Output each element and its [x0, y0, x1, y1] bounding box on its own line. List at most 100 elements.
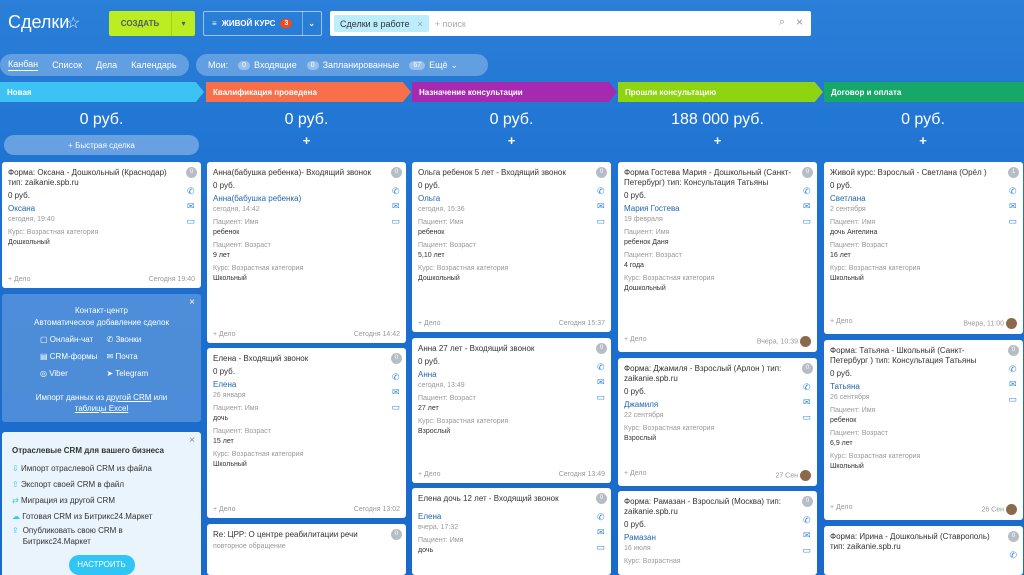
deal-contact[interactable]: Елена [213, 380, 384, 389]
stage-header-consult-scheduled[interactable]: Назначение консультации [412, 82, 617, 102]
channel-mail[interactable]: ✉ Почта [107, 352, 174, 361]
chat-icon[interactable]: ▭ [802, 214, 811, 229]
deal-contact[interactable]: Анна(бабушка ребенка) [213, 194, 384, 203]
add-activity-button[interactable]: + Дело [830, 318, 853, 329]
mail-icon[interactable]: ✉ [391, 385, 400, 400]
phone-icon[interactable]: ✆ [1009, 548, 1017, 563]
deal-contact[interactable]: Светлана [830, 194, 1001, 203]
phone-icon[interactable]: ✆ [186, 184, 195, 199]
channel-crm-forms[interactable]: ▤ CRM-формы [40, 352, 107, 361]
deal-title[interactable]: Ольга ребенок 5 лет - Входящий звонок [418, 168, 589, 178]
mail-icon[interactable]: ✉ [596, 525, 605, 540]
phone-icon[interactable]: ✆ [1008, 184, 1017, 199]
configure-button[interactable]: НАСТРОИТЬ [68, 555, 135, 575]
tab-activities[interactable]: Дела [96, 60, 117, 70]
incoming-counter[interactable]: 0 Входящие [238, 60, 297, 70]
deal-title[interactable]: Живой курс: Взрослый - Светлана (Орёл ) [830, 168, 1001, 178]
deal-card[interactable]: Форма: Татьяна - Школьный (Санкт-Петербу… [824, 340, 1023, 520]
avatar[interactable] [800, 470, 811, 481]
mail-icon[interactable]: ✉ [1008, 377, 1017, 392]
chat-icon[interactable]: ▭ [802, 410, 811, 425]
tab-kanban[interactable]: Канбан [8, 59, 39, 71]
deal-contact[interactable]: Рамазан [624, 533, 795, 542]
phone-icon[interactable]: ✆ [802, 184, 811, 199]
chat-icon[interactable]: ▭ [391, 400, 400, 415]
deal-title[interactable]: Анна(бабушка ребенка)- Входящий звонок [213, 168, 384, 178]
more-counter[interactable]: 67 Ещё ⌄ [409, 60, 458, 71]
deal-title[interactable]: Форма: Оксана - Дошкольный (Краснодар) т… [8, 168, 179, 188]
close-icon[interactable]: × [796, 15, 803, 29]
deal-card[interactable]: Форма: Оксана - Дошкольный (Краснодар) т… [2, 162, 201, 288]
avatar[interactable] [1006, 504, 1017, 515]
filter-chip[interactable]: Сделки в работе × [334, 15, 429, 32]
deal-title[interactable]: Re: ЦРР: О центре реабилитации речи [213, 530, 384, 540]
channel-viber[interactable]: ◎ Viber [40, 369, 107, 378]
add-deal-button[interactable]: + [410, 133, 613, 148]
phone-icon[interactable]: ✆ [596, 360, 605, 375]
create-button[interactable]: СОЗДАТЬ ▾ [109, 11, 195, 36]
close-icon[interactable]: × [417, 19, 422, 29]
industry-item[interactable]: ⇩ Импорт отраслевой CRM из файла [12, 461, 201, 477]
quick-deal-button[interactable]: + Быстрая сделка [4, 135, 199, 155]
import-crm-link[interactable]: другой CRM [106, 393, 151, 402]
add-activity-button[interactable]: + Дело [418, 471, 441, 478]
deal-contact[interactable]: Ольга [418, 194, 589, 203]
close-icon[interactable]: × [189, 297, 195, 308]
add-activity-button[interactable]: + Дело [418, 320, 441, 327]
deal-title[interactable]: Форма: Джамиля - Взрослый (Арлон ) тип: … [624, 364, 795, 384]
industry-item[interactable]: ⇄ Миграция из другой CRM [12, 493, 201, 509]
deal-card[interactable]: Форма: Рамазан - Взрослый (Москва) тип: … [618, 491, 817, 575]
filter-preset-button[interactable]: ≡ ЖИВОЙ КУРС 3 ⌄ [203, 11, 322, 36]
deal-title[interactable]: Форма: Татьяна - Школьный (Санкт-Петербу… [830, 346, 1001, 366]
search-input[interactable]: Сделки в работе × + поиск ⌕ × [330, 11, 811, 36]
tab-calendar[interactable]: Календарь [131, 60, 176, 70]
search-icon[interactable]: ⌕ [779, 16, 785, 29]
industry-item[interactable]: ⇪ Опубликовать свою CRM в Битрикс24.Марке… [12, 525, 201, 547]
deal-contact[interactable]: Джамиля [624, 400, 795, 409]
deal-title[interactable]: Елена дочь 12 лет - Входящий звонок [418, 494, 589, 504]
add-deal-button[interactable]: + [822, 133, 1024, 148]
mail-icon[interactable]: ✉ [186, 199, 195, 214]
chevron-down-icon[interactable]: ⌄ [302, 11, 315, 36]
deal-title[interactable]: Форма: Ирина - Дошкольный (Ставрополь) т… [830, 532, 1001, 552]
avatar[interactable] [800, 336, 811, 347]
stage-header-contract[interactable]: Договор и оплата [824, 82, 1024, 102]
deal-contact[interactable]: Оксана [8, 204, 179, 213]
deal-card[interactable]: Re: ЦРР: О центре реабилитации речи повт… [207, 524, 406, 575]
deal-title[interactable]: Форма Гостева Мария - Дошкольный (Санкт-… [624, 168, 795, 188]
phone-icon[interactable]: ✆ [391, 184, 400, 199]
chat-icon[interactable]: ▭ [596, 214, 605, 229]
chat-icon[interactable]: ▭ [186, 214, 195, 229]
mail-icon[interactable]: ✉ [802, 395, 811, 410]
mail-icon[interactable]: ✉ [802, 528, 811, 543]
channel-online-chat[interactable]: ▢ Онлайн-чат [40, 335, 107, 344]
import-excel-link[interactable]: таблицы Excel [75, 404, 129, 413]
industry-item[interactable]: ⇧ Экспорт своей CRM в файл [12, 477, 201, 493]
phone-icon[interactable]: ✆ [596, 184, 605, 199]
star-icon[interactable]: ☆ [66, 13, 80, 33]
phone-icon[interactable]: ✆ [802, 513, 811, 528]
deal-card[interactable]: Форма Гостева Мария - Дошкольный (Санкт-… [618, 162, 817, 352]
chevron-down-icon[interactable]: ▾ [171, 11, 195, 36]
deal-card[interactable]: Анна(бабушка ребенка)- Входящий звонок 0… [207, 162, 406, 343]
deal-contact[interactable]: Анна [418, 370, 589, 379]
planned-counter[interactable]: 0 Запланированные [306, 60, 399, 70]
add-activity-button[interactable]: + Дело [624, 336, 647, 347]
mail-icon[interactable]: ✉ [1008, 199, 1017, 214]
mail-icon[interactable]: ✉ [391, 199, 400, 214]
add-activity-button[interactable]: + Дело [624, 470, 647, 481]
deal-contact[interactable]: Мария Гостева [624, 204, 795, 213]
phone-icon[interactable]: ✆ [1008, 362, 1017, 377]
avatar[interactable] [1006, 318, 1017, 329]
deal-contact[interactable]: Татьяна [830, 382, 1001, 391]
phone-icon[interactable]: ✆ [596, 510, 605, 525]
chat-icon[interactable]: ▭ [596, 390, 605, 405]
industry-item[interactable]: ☁ Готовая CRM из Битрикс24.Маркет [12, 509, 201, 525]
deal-card[interactable]: Форма: Ирина - Дошкольный (Ставрополь) т… [824, 526, 1023, 575]
add-deal-button[interactable]: + [205, 133, 408, 148]
mail-icon[interactable]: ✉ [596, 199, 605, 214]
chat-icon[interactable]: ▭ [1008, 214, 1017, 229]
phone-icon[interactable]: ✆ [391, 370, 400, 385]
stage-header-consulted[interactable]: Прошли консультацию [618, 82, 823, 102]
add-deal-button[interactable]: + [616, 133, 819, 148]
